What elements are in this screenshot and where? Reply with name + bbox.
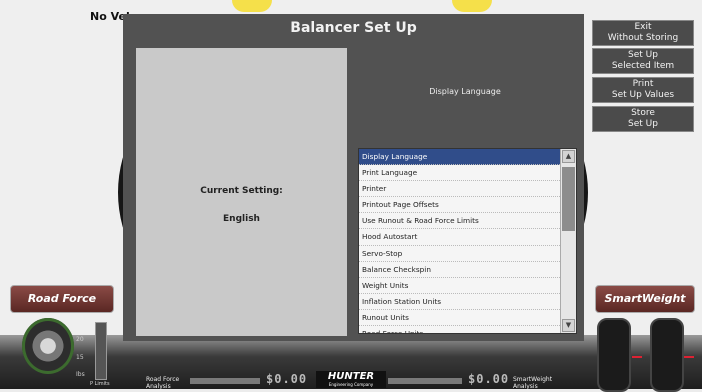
store-set-up-button[interactable]: Store Set Up [592,106,694,132]
weight-marker [632,356,642,358]
list-item[interactable]: Hood Autostart [359,229,560,246]
hunter-logo-subtitle: Engineering Company [328,382,374,387]
scroll-thumb[interactable] [562,167,575,231]
list-item[interactable]: Use Runout & Road Force Limits [359,213,560,230]
road-force-analysis-label: Road Force Analysis [146,376,179,390]
list-item[interactable]: Balance Checkspin [359,262,560,278]
p-limits-label: P Limits [90,381,110,387]
hunter-logo: HUNTER Engineering Company [316,371,386,388]
print-set-up-values-button[interactable]: Print Set Up Values [592,77,694,103]
road-force-gauge [95,322,107,380]
smartweight-analysis-line1: SmartWeight [513,376,553,383]
list-item[interactable]: Weight Units [359,278,560,294]
setup-items-column: Display Language Print Language Printer Pri… [359,149,560,333]
list-item[interactable]: Servo-Stop [359,246,560,262]
list-item[interactable]: Inflation Station Units [359,294,560,310]
weight-marker [684,356,694,358]
selected-item-heading: Display Language [429,87,501,96]
exit-without-storing-button[interactable]: Exit Without Storing [592,20,694,46]
setup-items-list[interactable]: Display Language Print Language Printer Pri… [358,148,577,334]
triangle-up-icon[interactable]: ▲ [562,150,575,163]
road-force-readout: $0.00 [266,372,308,386]
balancer-setup-dialog: Balancer Set Up Current Setting: English… [123,14,584,341]
smartweight-bar [388,378,462,384]
road-force-analysis-line1: Road Force [146,376,180,383]
road-force-bar [190,378,260,384]
dialog-title: Balancer Set Up [290,20,417,36]
list-item[interactable]: Print Language [359,165,560,182]
smartweight-readout: $0.00 [468,372,510,386]
list-item[interactable]: Display Language [359,149,560,166]
gauge-tick: Ibs [76,371,85,378]
current-setting-value: English [223,214,260,224]
road-force-badge[interactable]: Road Force [10,285,114,313]
list-item[interactable]: Printout Page Offsets [359,197,560,214]
tire-icon [597,318,631,392]
current-setting-label: Current Setting: [200,186,283,196]
tire-icon [650,318,684,392]
set-up-selected-item-button[interactable]: Set Up Selected Item [592,48,694,74]
list-item[interactable]: Runout Units [359,310,560,327]
triangle-down-icon[interactable]: ▼ [562,319,575,332]
yellow-marker [232,0,272,12]
gauge-tick: 15 [76,354,84,361]
smartweight-badge[interactable]: SmartWeight [595,285,695,313]
gauge-tick: 20 [76,336,84,343]
list-item[interactable]: Printer [359,181,560,198]
wheel-icon [22,318,74,374]
smartweight-analysis-label: SmartWeight Analysis [513,376,552,390]
hunter-logo-text: HUNTER [327,371,375,382]
scrollbar[interactable]: ▲ ▼ [560,149,576,333]
yellow-marker [452,0,492,12]
list-item[interactable]: Road Force Units [359,326,560,333]
current-setting-panel: Current Setting: English [136,48,347,336]
